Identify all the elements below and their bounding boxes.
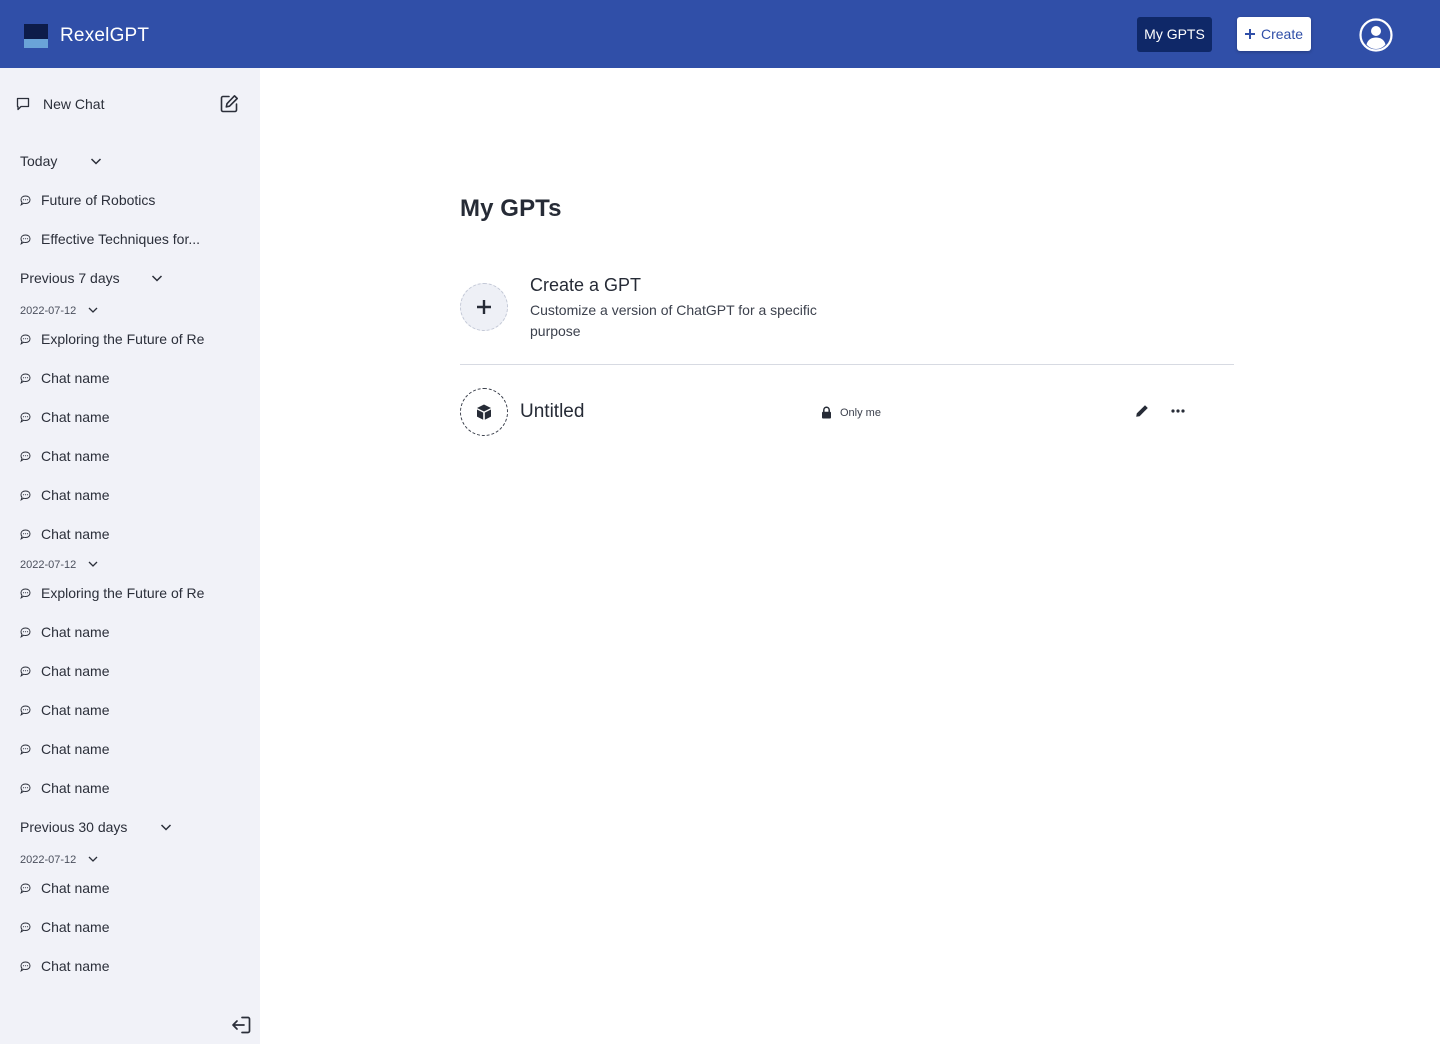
create-gpt-row[interactable]: Create a GPT Customize a version of Chat… — [460, 270, 1234, 344]
cube-icon — [477, 404, 491, 420]
chevron-down-icon — [88, 307, 98, 313]
chevron-down-icon — [151, 275, 163, 282]
chat-item-label: Chat name — [41, 526, 110, 542]
create-button[interactable]: Create — [1237, 17, 1311, 51]
chat-icon — [20, 234, 31, 245]
chat-item[interactable]: Chat name — [20, 739, 250, 759]
chat-icon — [20, 666, 31, 677]
gpt-avatar — [460, 388, 508, 436]
chat-icon — [20, 744, 31, 755]
chat-icon — [20, 451, 31, 462]
section-label: Today — [20, 153, 58, 169]
chat-item-label: Effective Techniques for... — [41, 231, 201, 247]
chat-item-label: Chat name — [41, 487, 110, 503]
chat-item-label: Exploring the Future of Re — [41, 585, 205, 601]
chat-bubble-icon — [16, 97, 30, 111]
chat-item[interactable]: Chat name — [20, 700, 250, 720]
create-gpt-plus-button[interactable] — [460, 283, 508, 331]
section-label: Previous 7 days — [20, 270, 120, 286]
chat-item-label: Chat name — [41, 370, 110, 386]
chat-item[interactable]: Chat name — [20, 485, 250, 505]
rexel-logo-icon[interactable] — [24, 24, 48, 48]
chat-item[interactable]: Chat name — [20, 622, 250, 642]
app-title[interactable]: RexelGPT — [60, 24, 149, 48]
section-previous-30-days[interactable]: Previous 30 days — [20, 817, 180, 837]
new-chat-label[interactable]: New Chat — [43, 94, 104, 114]
chat-icon — [20, 705, 31, 716]
chevron-down-icon — [160, 824, 172, 831]
chat-item[interactable]: Exploring the Future of Re — [20, 329, 250, 349]
chat-icon — [20, 883, 31, 894]
divider — [460, 364, 1234, 365]
chat-icon — [20, 961, 31, 972]
pencil-icon[interactable] — [1135, 404, 1149, 418]
date-group-head[interactable]: 2022-07-12 — [20, 558, 100, 572]
logout-icon[interactable] — [231, 1016, 251, 1034]
section-label: Previous 30 days — [20, 819, 128, 835]
page-title: My GPTs — [460, 195, 562, 222]
visibility-label: Only me — [840, 407, 881, 419]
date-label: 2022-07-12 — [20, 305, 77, 317]
chevron-down-icon — [88, 856, 98, 862]
date-group-head[interactable]: 2022-07-12 — [20, 304, 100, 318]
chat-item[interactable]: Future of Robotics — [20, 190, 250, 210]
chat-item-label: Chat name — [41, 919, 110, 935]
section-today[interactable]: Today — [20, 151, 110, 171]
chat-icon — [20, 783, 31, 794]
create-gpt-title: Create a GPT — [530, 275, 642, 295]
chat-item-label: Chat name — [41, 448, 110, 464]
chat-item[interactable]: Chat name — [20, 524, 250, 544]
my-gpts-button[interactable]: My GPTS — [1137, 17, 1212, 52]
new-chat-edit-icon[interactable] — [220, 94, 239, 113]
chat-item[interactable]: Effective Techniques for... — [20, 229, 250, 249]
chat-item[interactable]: Chat name — [20, 446, 250, 466]
chat-item[interactable]: Chat name — [20, 878, 250, 898]
gpt-name: Untitled — [520, 401, 585, 422]
more-options-icon[interactable] — [1170, 405, 1186, 417]
chat-item[interactable]: Chat name — [20, 956, 250, 976]
plus-icon — [477, 300, 491, 314]
chat-item-label: Chat name — [41, 958, 110, 974]
chat-icon — [20, 373, 31, 384]
lock-icon — [822, 406, 831, 419]
user-circle-icon[interactable] — [1359, 18, 1393, 52]
chat-icon — [20, 529, 31, 540]
chat-item[interactable]: Chat name — [20, 917, 250, 937]
chat-item[interactable]: Chat name — [20, 368, 250, 388]
chat-item[interactable]: Chat name — [20, 778, 250, 798]
date-label: 2022-07-12 — [20, 854, 77, 866]
chat-item-label: Chat name — [41, 624, 110, 640]
chat-icon — [20, 490, 31, 501]
chat-item[interactable]: Chat name — [20, 407, 250, 427]
chat-item-label: Future of Robotics — [41, 192, 156, 208]
top-bar: RexelGPT My GPTS Create — [0, 0, 1440, 68]
chat-item-label: Exploring the Future of Re — [41, 331, 205, 347]
chat-icon — [20, 627, 31, 638]
chat-item-label: Chat name — [41, 663, 110, 679]
chat-icon — [20, 588, 31, 599]
chevron-down-icon — [90, 158, 102, 165]
chevron-down-icon — [88, 561, 98, 567]
new-chat-row[interactable]: New Chat — [16, 94, 246, 114]
chat-item-label: Chat name — [41, 741, 110, 757]
create-button-label: Create — [1261, 26, 1304, 42]
plus-icon — [1245, 29, 1255, 39]
chat-item-label: Chat name — [41, 880, 110, 896]
section-previous-7-days[interactable]: Previous 7 days — [20, 268, 170, 288]
create-gpt-description: Customize a version of ChatGPT for a spe… — [530, 302, 817, 339]
sidebar: New Chat Today Future of Robotics Effect… — [0, 68, 260, 1044]
chat-icon — [20, 334, 31, 345]
date-label: 2022-07-12 — [20, 559, 77, 571]
chat-icon — [20, 922, 31, 933]
chat-icon — [20, 412, 31, 423]
chat-item-label: Chat name — [41, 409, 110, 425]
chat-item-label: Chat name — [41, 780, 110, 796]
chat-item-label: Chat name — [41, 702, 110, 718]
chat-item[interactable]: Chat name — [20, 661, 250, 681]
chat-item[interactable]: Exploring the Future of Re — [20, 583, 250, 603]
date-group-head[interactable]: 2022-07-12 — [20, 853, 100, 867]
gpt-list-item[interactable]: Untitled Only me — [460, 388, 1234, 436]
chat-icon — [20, 195, 31, 206]
